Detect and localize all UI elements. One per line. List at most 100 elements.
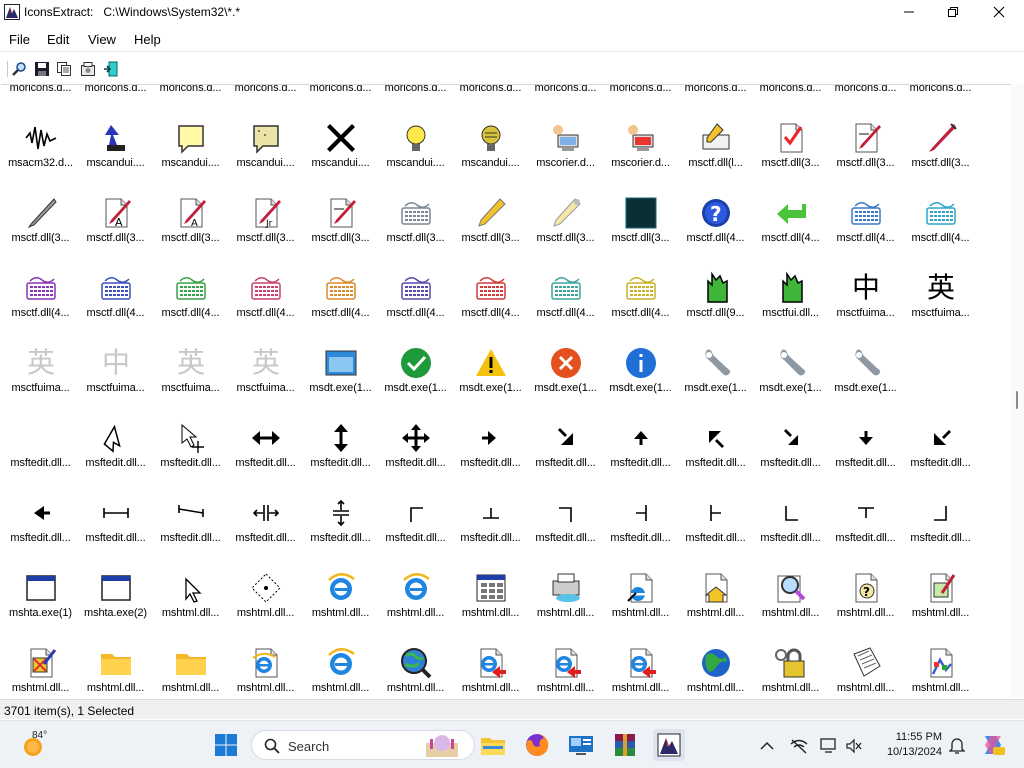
icon-item[interactable]: mscandui.... [303,92,378,169]
icon-item[interactable]: mshtml.dll... [753,542,828,619]
icon-item[interactable]: moricons.d... [528,85,603,94]
icon-item[interactable]: msftedit.dll... [603,467,678,544]
icon-item[interactable]: msftedit.dll... [753,392,828,469]
icon-item[interactable]: msdt.exe(1... [828,317,903,394]
icon-item[interactable]: mshtml.dll... [78,617,153,694]
save-button[interactable] [32,59,52,79]
taskbar-winrar[interactable] [609,729,641,761]
icon-item[interactable]: msftedit.dll... [678,392,753,469]
taskbar-firefox[interactable] [521,729,553,761]
icon-item[interactable]: msftedit.dll... [903,467,978,544]
icon-item[interactable]: msftedit.dll... [3,467,78,544]
icon-item[interactable]: mshtml.dll... [903,542,978,619]
icon-item[interactable]: mshtml.dll... [153,617,228,694]
taskbar-search-box[interactable]: Search [251,730,475,760]
icon-item[interactable]: msctf.dll(4... [753,167,828,244]
icon-item[interactable]: msftedit.dll... [528,467,603,544]
icon-item[interactable]: mshtml.dll... [303,617,378,694]
menu-file[interactable]: File [9,32,30,47]
icon-item[interactable]: msftedit.dll... [753,467,828,544]
icon-item[interactable]: moricons.d... [828,85,903,94]
display-icon[interactable] [820,738,838,754]
icon-item[interactable]: msdt.exe(1... [453,317,528,394]
icon-item[interactable]: mscandui.... [153,92,228,169]
start-button[interactable] [210,729,242,761]
icon-item[interactable]: ? mshtml.dll... [828,542,903,619]
icon-item[interactable]: mshtml.dll... [753,617,828,694]
icon-item[interactable]: mscandui.... [78,92,153,169]
icon-item[interactable]: 英 msctfuima... [228,317,303,394]
icon-item[interactable]: 英 msctfuima... [903,242,978,319]
icon-item[interactable]: msctf.dll(4... [828,167,903,244]
close-button[interactable] [976,0,1022,24]
chevron-up-icon[interactable] [760,741,774,751]
icon-item[interactable]: mshtml.dll... [3,617,78,694]
icon-item[interactable]: mscandui.... [453,92,528,169]
icon-item[interactable]: msctf.dll(3... [903,92,978,169]
icon-item[interactable]: moricons.d... [3,85,78,94]
taskbar-iconsextract[interactable] [653,729,685,761]
taskbar-clock[interactable]: 11:55 PM 10/13/2024 [876,730,942,760]
icon-item[interactable]: msctf.dll(3... [303,167,378,244]
icon-item[interactable]: 英 msctfuima... [3,317,78,394]
vertical-scrollbar[interactable] [1011,84,1024,697]
icon-item[interactable]: 英 msctfuima... [153,317,228,394]
icon-item[interactable]: mshtml.dll... [603,617,678,694]
icon-item[interactable]: mshtml.dll... [678,542,753,619]
copy-button[interactable] [54,59,74,79]
volume-mute-icon[interactable] [846,738,862,754]
icon-item[interactable]: Amsctf.dll(3... [78,167,153,244]
icon-item[interactable]: moricons.d... [378,85,453,94]
icon-item[interactable]: msacm32.d... [3,92,78,169]
icon-item[interactable]: msctfui.dll... [753,242,828,319]
scrollbar-thumb[interactable] [1016,391,1018,409]
icon-item[interactable]: msftedit.dll... [153,392,228,469]
icon-item[interactable]: ? msctf.dll(4... [678,167,753,244]
icon-item[interactable]: msftedit.dll... [78,467,153,544]
icon-item[interactable]: mshta.exe(2) [78,542,153,619]
icon-item[interactable]: msftedit.dll... [303,467,378,544]
maximize-button[interactable] [930,0,976,24]
icon-item[interactable]: msctf.dll(4... [3,242,78,319]
icon-item[interactable]: mshtml.dll... [303,542,378,619]
icon-item[interactable]: moricons.d... [453,85,528,94]
icon-item[interactable]: msftedit.dll... [453,392,528,469]
icon-item[interactable]: mshtml.dll... [528,617,603,694]
icon-item[interactable]: mshta.exe(1) [3,542,78,619]
icon-item[interactable]: mshtml.dll... [903,617,978,694]
weather-widget[interactable]: 84° [20,729,60,761]
title-bar[interactable]: IconsExtract: C:\Windows\System32\*.* [0,0,1024,24]
network-off-icon[interactable] [790,738,808,754]
icon-item[interactable]: msftedit.dll... [603,392,678,469]
icon-item[interactable]: msctf.dll(3... [378,167,453,244]
icon-item[interactable]: msctf.dll(3... [603,167,678,244]
taskbar-app-remote[interactable] [565,729,597,761]
exit-button[interactable] [101,59,121,79]
menu-edit[interactable]: Edit [47,32,69,47]
icon-item[interactable]: msctf.dll(3... [528,167,603,244]
icon-item[interactable]: Jr msctf.dll(3... [228,167,303,244]
icon-item[interactable]: moricons.d... [303,85,378,94]
icon-item[interactable]: mscandui.... [378,92,453,169]
icon-item[interactable]: 中 msctfuima... [78,317,153,394]
icon-item[interactable]: msctf.dll(4... [153,242,228,319]
icon-item[interactable]: Amsctf.dll(3... [153,167,228,244]
find-button[interactable] [9,59,29,79]
icon-item[interactable]: msftedit.dll... [78,392,153,469]
icon-item[interactable]: msctf.dll(3... [828,92,903,169]
icon-item[interactable]: moricons.d... [228,85,303,94]
icon-item[interactable]: msftedit.dll... [228,467,303,544]
icon-item[interactable]: mshtml.dll... [528,542,603,619]
icon-item[interactable]: msftedit.dll... [528,392,603,469]
icon-item[interactable]: mshtml.dll... [378,542,453,619]
icon-item[interactable]: msftedit.dll... [3,392,78,469]
minimize-button[interactable] [886,0,932,24]
icon-item[interactable]: msctf.dll(4... [453,242,528,319]
icon-item[interactable]: msctf.dll(3... [3,167,78,244]
taskbar-file-explorer[interactable] [477,729,509,761]
properties-button[interactable] [78,59,98,79]
icon-item[interactable]: msctf.dll(4... [228,242,303,319]
icon-item[interactable]: msftedit.dll... [453,467,528,544]
bell-icon[interactable] [949,737,965,755]
icon-item[interactable]: msctf.dll(4... [303,242,378,319]
